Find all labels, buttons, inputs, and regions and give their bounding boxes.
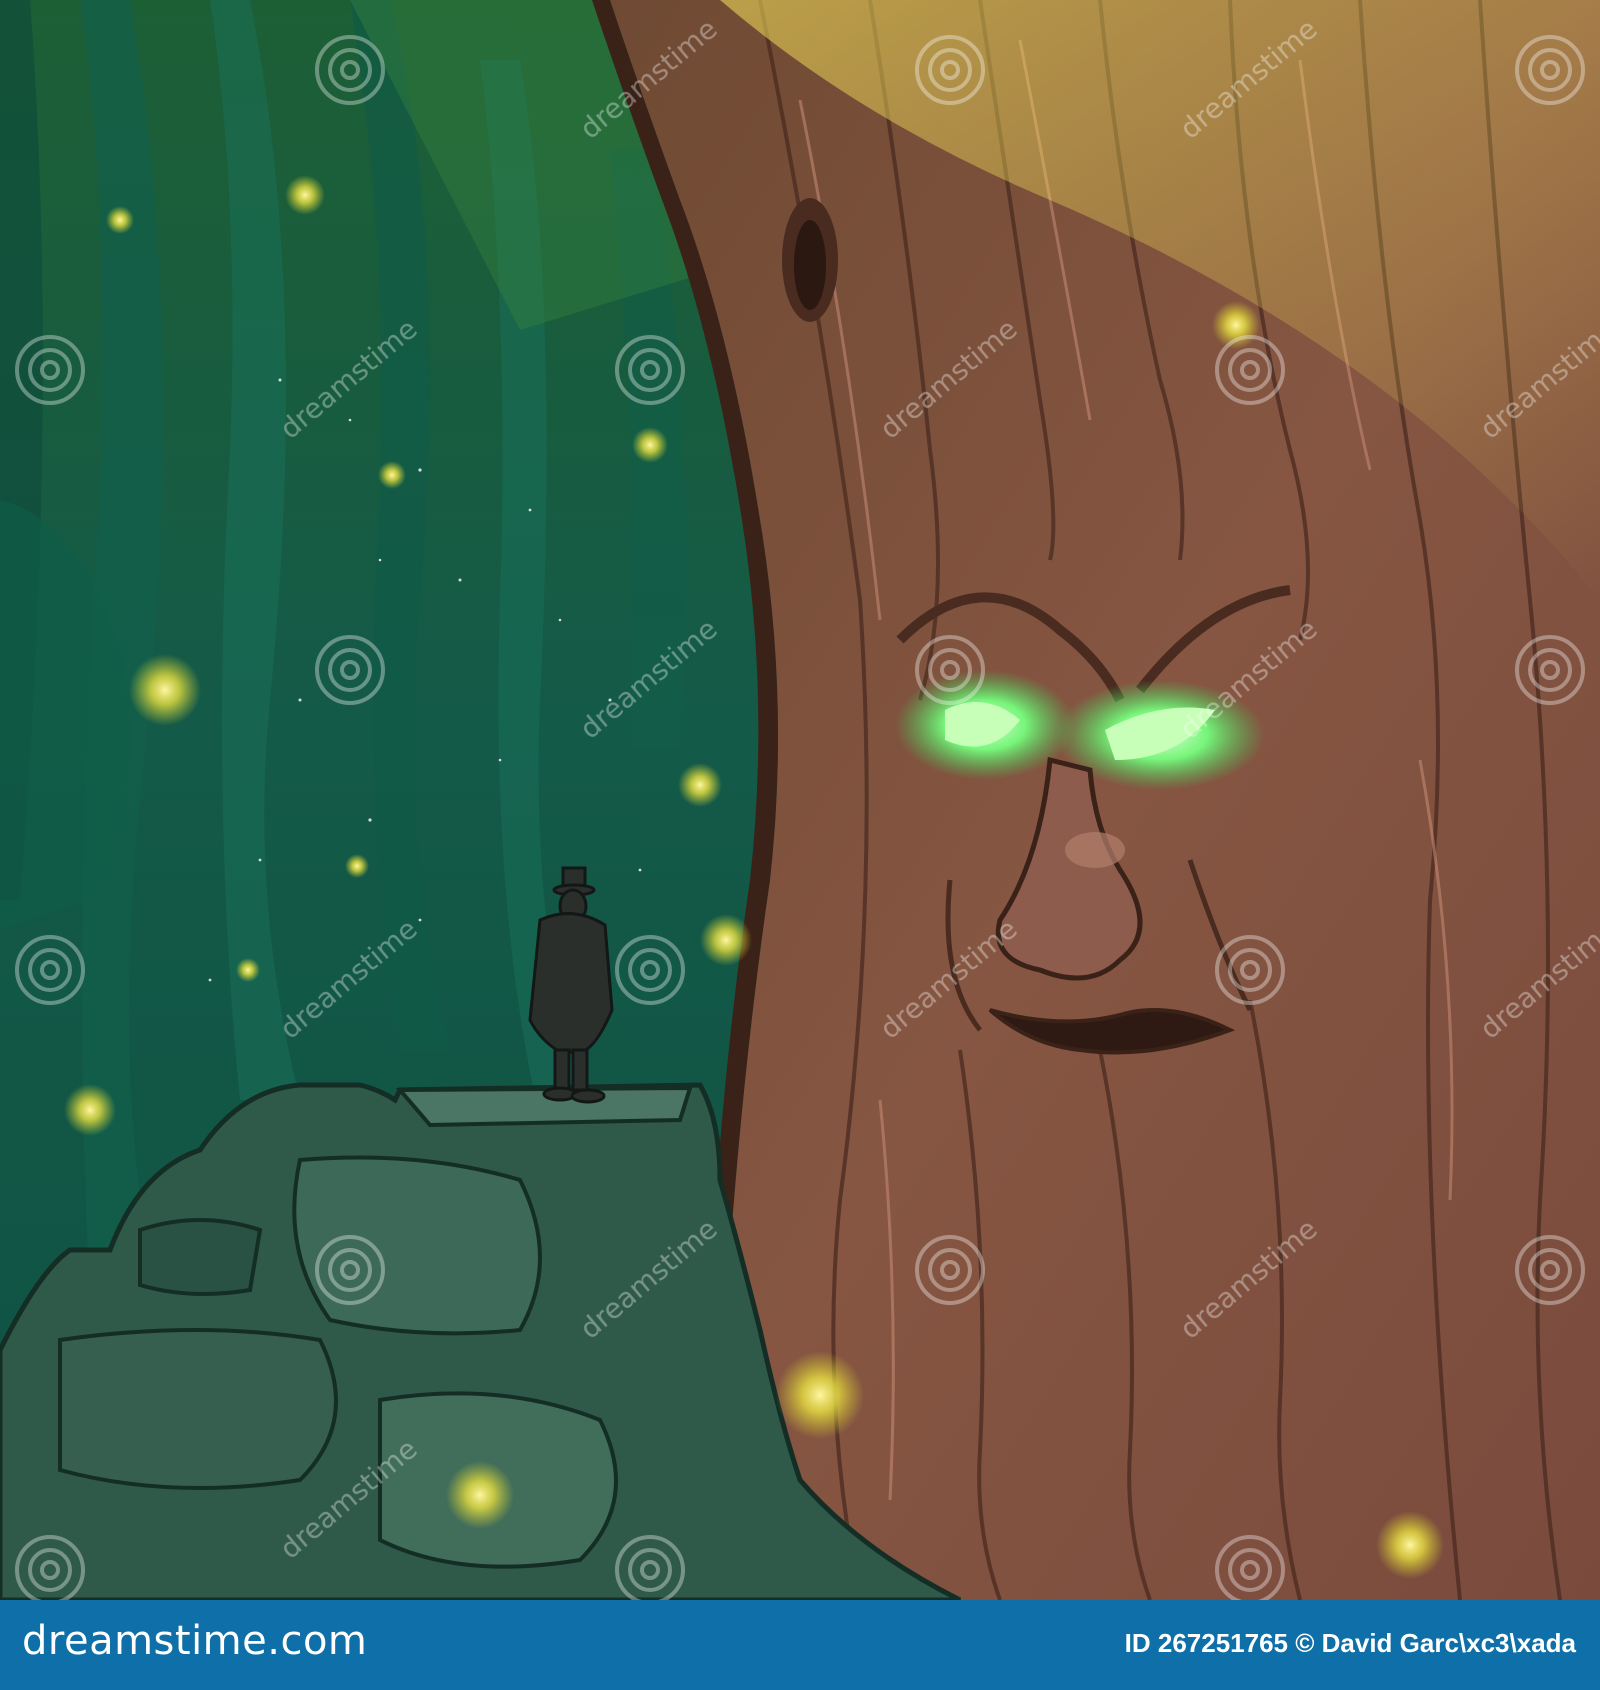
illustration-tree-guardian: dreamstime dreamstime dreamstime dreamst… bbox=[0, 0, 1600, 1600]
footer-brand[interactable]: dreamstime.com bbox=[22, 1618, 367, 1664]
image-viewer: dreamstime dreamstime dreamstime dreamst… bbox=[0, 0, 1600, 1690]
footer-bar: dreamstime.com ID 267251765 © David Garc… bbox=[0, 1600, 1600, 1690]
footer-credit: ID 267251765 © David Garc\xc3\xada bbox=[1124, 1628, 1576, 1658]
